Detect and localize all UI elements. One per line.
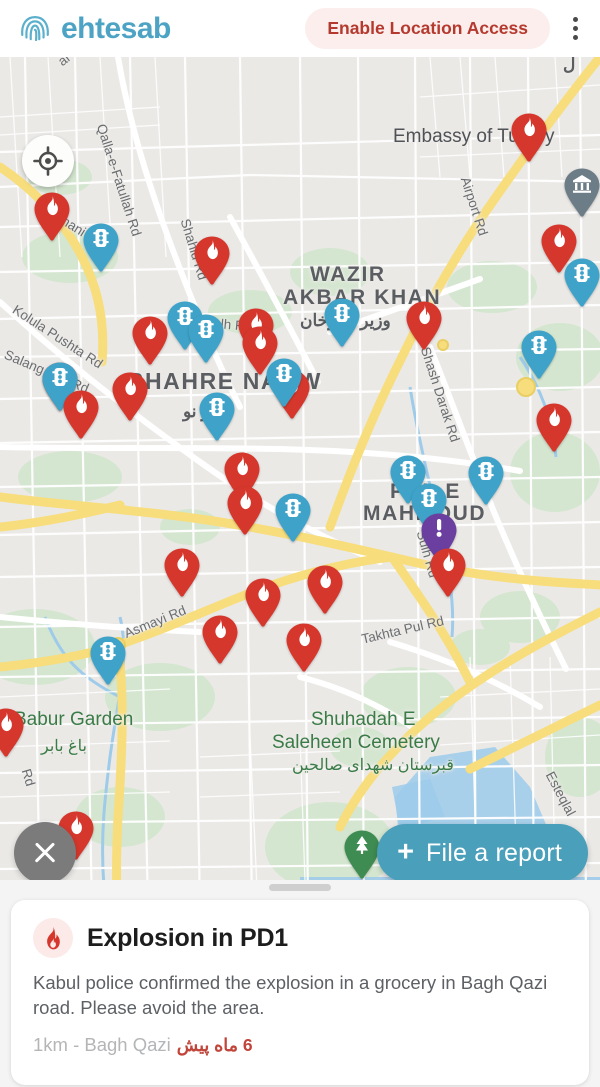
report-card[interactable]: Explosion in PD1 Kabul police confirmed … [11,900,589,1085]
fire-glyph [47,926,60,950]
enable-location-access-button[interactable]: Enable Location Access [305,8,550,49]
fire-pin-icon[interactable] [305,564,345,616]
map-basemap [0,57,600,910]
fire-pin-icon-glyph [307,565,343,614]
app-header: ehtesab Enable Location Access [0,0,600,57]
fire-pin-icon[interactable] [110,371,150,423]
fire-pin-icon-glyph [286,623,322,672]
brand-name: ehtesab [61,11,171,45]
traffic-light-pin-icon-glyph [90,636,126,685]
file-a-report-button[interactable]: + File a report [377,824,588,882]
fire-pin-icon[interactable] [243,577,283,629]
traffic-light-pin-icon[interactable] [81,222,121,274]
traffic-light-pin-icon[interactable] [197,391,237,443]
traffic-light-pin-icon-glyph [266,358,302,407]
fire-pin-icon-glyph [511,113,547,162]
bottom-sheet: Explosion in PD1 Kabul police confirmed … [0,880,600,1087]
report-card-description: Kabul police confirmed the explosion in … [33,972,548,1018]
fire-pin-icon[interactable] [428,547,468,599]
fire-pin-icon[interactable] [32,191,72,243]
map-view[interactable]: Qalla-e-Fatullah Rd Taimani ar Rd Kolula… [0,57,600,910]
bank-landmark-pin-icon[interactable] [562,167,600,219]
fire-pin-icon-glyph [63,390,99,439]
fire-pin-icon-glyph [0,708,24,757]
fire-pin-icon-glyph [34,192,70,241]
traffic-light-pin-icon-glyph [188,314,224,363]
park-tree-pin-icon[interactable] [342,829,382,881]
fire-pin-icon[interactable] [404,300,444,352]
fire-pin-icon[interactable] [61,389,101,441]
fire-pin-icon-glyph [112,372,148,421]
fire-pin-icon-glyph [430,548,466,597]
fire-pin-icon[interactable] [192,235,232,287]
fire-pin-icon-glyph [406,301,442,350]
traffic-light-pin-icon[interactable] [186,313,226,365]
traffic-light-pin-icon[interactable] [88,635,128,687]
traffic-light-pin-icon-glyph [199,392,235,441]
fire-pin-icon[interactable] [162,547,202,599]
report-card-time-ago: 6 ماه پیش [176,1034,253,1055]
crosshair-glyph [33,146,63,176]
fire-pin-icon[interactable] [284,622,324,674]
fire-pin-icon[interactable] [0,707,26,759]
drag-handle[interactable] [269,884,331,891]
plus-icon: + [397,835,414,868]
fire-pin-icon[interactable] [200,614,240,666]
traffic-light-pin-icon[interactable] [264,357,304,409]
fire-pin-icon-glyph [164,548,200,597]
traffic-light-pin-icon[interactable] [466,455,506,507]
close-x-icon[interactable] [14,822,76,884]
report-card-title: Explosion in PD1 [87,923,288,952]
fire-pin-icon-glyph [245,578,281,627]
traffic-light-pin-icon[interactable] [562,257,600,309]
report-card-meta: 1km - Bagh Qazi 6 ماه پیش [33,1034,567,1056]
traffic-light-pin-icon-glyph [324,298,360,347]
traffic-light-pin-icon-glyph [564,258,600,307]
traffic-light-pin-icon[interactable] [273,492,313,544]
ehtesab-app-screen: ehtesab Enable Location Access Qalla-e-F… [0,0,600,1087]
traffic-light-pin-icon-glyph [83,223,119,272]
crosshair-target-icon[interactable] [22,135,74,187]
brand-logo[interactable]: ehtesab [18,12,171,46]
fire-pin-icon[interactable] [225,485,265,537]
fire-pin-icon[interactable] [534,402,574,454]
fire-pin-icon[interactable] [130,315,170,367]
report-card-header: Explosion in PD1 [33,918,567,958]
fire-pin-icon-glyph [227,486,263,535]
traffic-light-pin-icon[interactable] [322,297,362,349]
traffic-light-pin-icon-glyph [521,330,557,379]
file-a-report-label: File a report [426,838,562,867]
kebab-menu-icon[interactable] [564,12,586,46]
traffic-light-pin-icon[interactable] [519,329,559,381]
fire-pin-icon-glyph [132,316,168,365]
bank-landmark-pin-icon-glyph [564,168,600,217]
fire-pin-icon[interactable] [509,112,549,164]
park-tree-pin-icon-glyph [344,830,380,879]
fingerprint-icon [18,12,52,46]
traffic-light-pin-icon-glyph [468,456,504,505]
fire-pin-icon-glyph [202,615,238,664]
fire-pin-icon-glyph [536,403,572,452]
report-card-distance: 1km - Bagh Qazi [33,1033,171,1055]
fire-circle-icon [33,918,73,958]
fire-pin-icon-glyph [194,236,230,285]
traffic-light-pin-icon-glyph [275,493,311,542]
